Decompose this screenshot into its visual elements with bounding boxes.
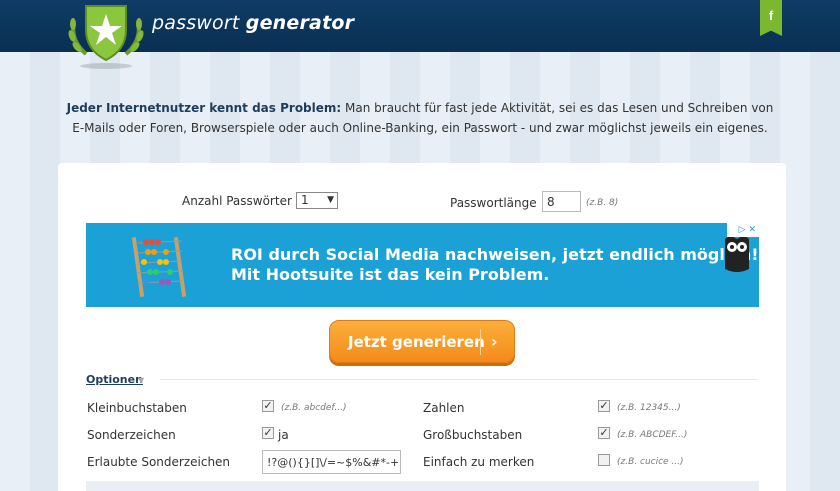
- hint-numbers: (z.B. 12345...): [617, 403, 681, 413]
- brand-title[interactable]: passwort generator: [152, 12, 354, 34]
- length-hint: (z.B. 8): [586, 198, 619, 208]
- checkbox-easy-remember[interactable]: [598, 454, 610, 466]
- count-label: Anzahl Passwörter: [182, 194, 292, 208]
- generate-button-label: Jetzt generieren: [348, 333, 485, 351]
- ad-close-icon[interactable]: ▷ ✕: [727, 223, 759, 237]
- facebook-icon[interactable]: f: [760, 0, 782, 36]
- ad-line-1: ROI durch Social Media nachweisen, jetzt…: [231, 245, 759, 264]
- button-divider: [480, 329, 481, 355]
- allowed-specials-input[interactable]: [262, 450, 401, 474]
- option-label-uppercase: Großbuchstaben: [423, 428, 523, 442]
- chevron-right-icon: ›: [491, 332, 498, 351]
- length-input[interactable]: [542, 191, 581, 212]
- checkbox-numbers[interactable]: ✓: [598, 400, 610, 412]
- count-select[interactable]: 1 ▼: [296, 192, 338, 209]
- count-value: 1: [301, 193, 309, 207]
- option-label-special-chars: Sonderzeichen: [87, 428, 176, 442]
- hint-uppercase: (z.B. ABCDEF...): [617, 430, 688, 440]
- site-header: passwort generator f: [0, 0, 840, 69]
- options-divider: [160, 379, 758, 380]
- intro-lead: Jeder Internetnutzer kennt das Problem:: [66, 101, 342, 115]
- length-label: Passwortlänge: [450, 196, 537, 210]
- results-area: [86, 481, 759, 491]
- ad-banner[interactable]: ROI durch Social Media nachweisen, jetzt…: [86, 223, 759, 307]
- intro-text: Jeder Internetnutzer kennt das Problem: …: [60, 98, 780, 138]
- checkbox-special-chars[interactable]: ✓: [262, 427, 274, 439]
- owl-icon: [725, 235, 749, 272]
- checkbox-lowercase[interactable]: ✓: [262, 400, 274, 412]
- option-label-easy-remember: Einfach zu merken: [423, 455, 535, 469]
- option-label-lowercase: Kleinbuchstaben: [87, 401, 187, 415]
- option-label-allowed-specials: Erlaubte Sonderzeichen: [87, 455, 231, 469]
- ad-line-2: Mit Hootsuite ist das kein Problem.: [231, 265, 550, 284]
- option-label-numbers: Zahlen: [423, 401, 465, 415]
- dropdown-arrow-icon: ▼: [327, 195, 334, 205]
- logo-shield-icon[interactable]: [66, 0, 146, 70]
- hint-lowercase: (z.B. abcdef...): [281, 403, 347, 413]
- options-toggle[interactable]: Optionen: [86, 373, 143, 386]
- hint-easy-remember: (z.B. cucice ...): [617, 457, 684, 467]
- caret-down-icon[interactable]: ▼: [138, 376, 144, 385]
- brand-light: passwort: [152, 12, 246, 34]
- checkbox-uppercase[interactable]: ✓: [598, 427, 610, 439]
- brand-bold: generator: [245, 12, 355, 34]
- abacus-icon: [131, 237, 187, 297]
- generate-button[interactable]: Jetzt generieren ›: [329, 320, 515, 363]
- special-chars-value: ja: [278, 428, 289, 442]
